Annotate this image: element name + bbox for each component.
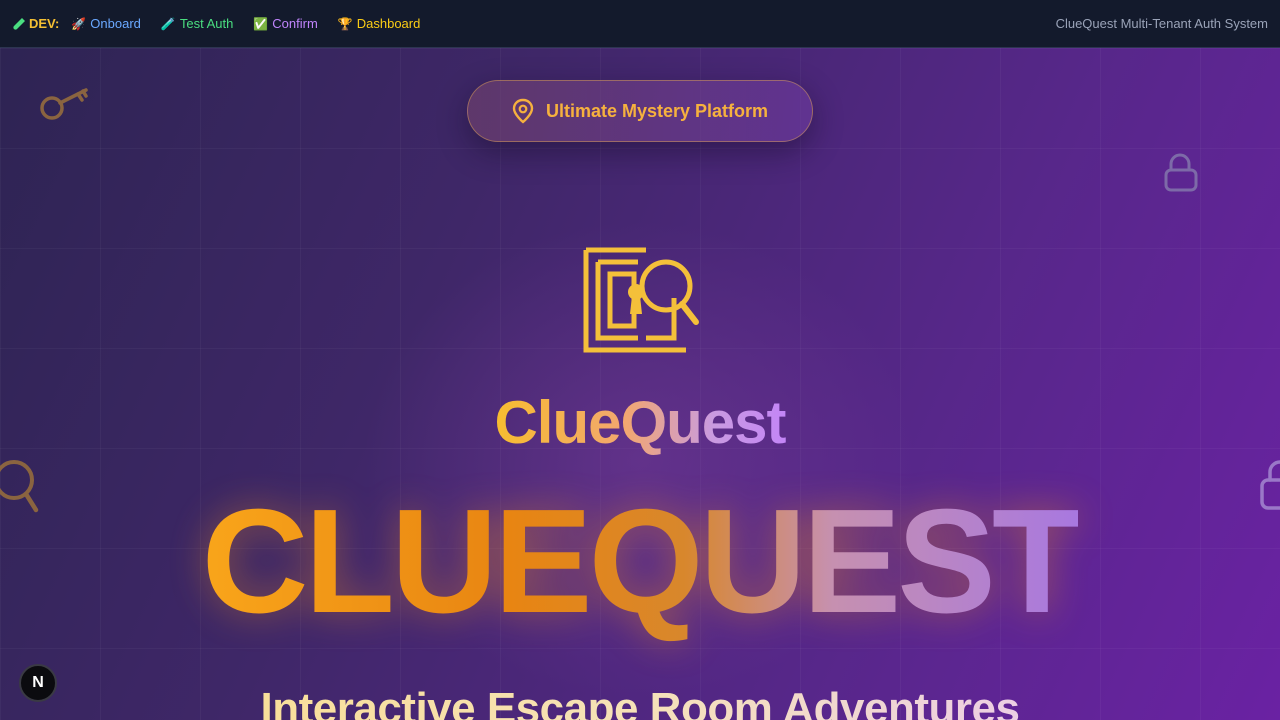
dev-link-label: Onboard [90,16,141,31]
dev-link-dashboard[interactable]: 🏆 Dashboard [338,16,421,31]
hero-subtitle: Interactive Escape Room Adventures [0,684,1280,720]
hero-title-text: CLUEQUEST [201,479,1083,644]
hero-subtitle-text: Interactive Escape Room Adventures [261,684,1020,720]
dev-link-test-auth[interactable]: 🧪 Test Auth [161,16,233,31]
padlock-icon [1164,153,1198,192]
nextjs-dev-button[interactable]: N [19,664,57,702]
nextjs-dev-button-label: N [32,674,44,691]
brand-title: ClueQuest [0,388,1280,457]
dev-link-confirm[interactable]: ✅ Confirm [253,16,317,31]
check-icon: ✅ [253,16,269,31]
dev-label-text: DEV: [29,16,60,31]
hero-title: CLUEQUEST [0,488,1280,636]
test-tube-icon [13,17,25,30]
rocket-icon: 🚀 [71,16,87,31]
test-tube-icon: 🧪 [160,16,176,31]
dev-link-label: Dashboard [356,16,421,31]
dev-link-onboard[interactable]: 🚀 Onboard [71,16,141,31]
system-name: ClueQuest Multi-Tenant Auth System [1055,16,1268,31]
trophy-icon: 🏆 [337,16,353,31]
location-pin-icon [512,98,534,124]
maze-keyhole-magnifier-icon [583,247,699,353]
dev-link-label: Test Auth [179,16,234,31]
badge-text: Ultimate Mystery Platform [545,100,769,121]
brand-text: ClueQuest [494,389,786,456]
key-icon [40,88,88,120]
dev-link-label: Confirm [272,16,318,31]
dev-toolbar: DEV: 🚀 Onboard 🧪 Test Auth ✅ Confirm 🏆 D… [0,0,1280,48]
dev-label: DEV: [12,16,59,31]
platform-badge: Ultimate Mystery Platform [467,80,813,142]
